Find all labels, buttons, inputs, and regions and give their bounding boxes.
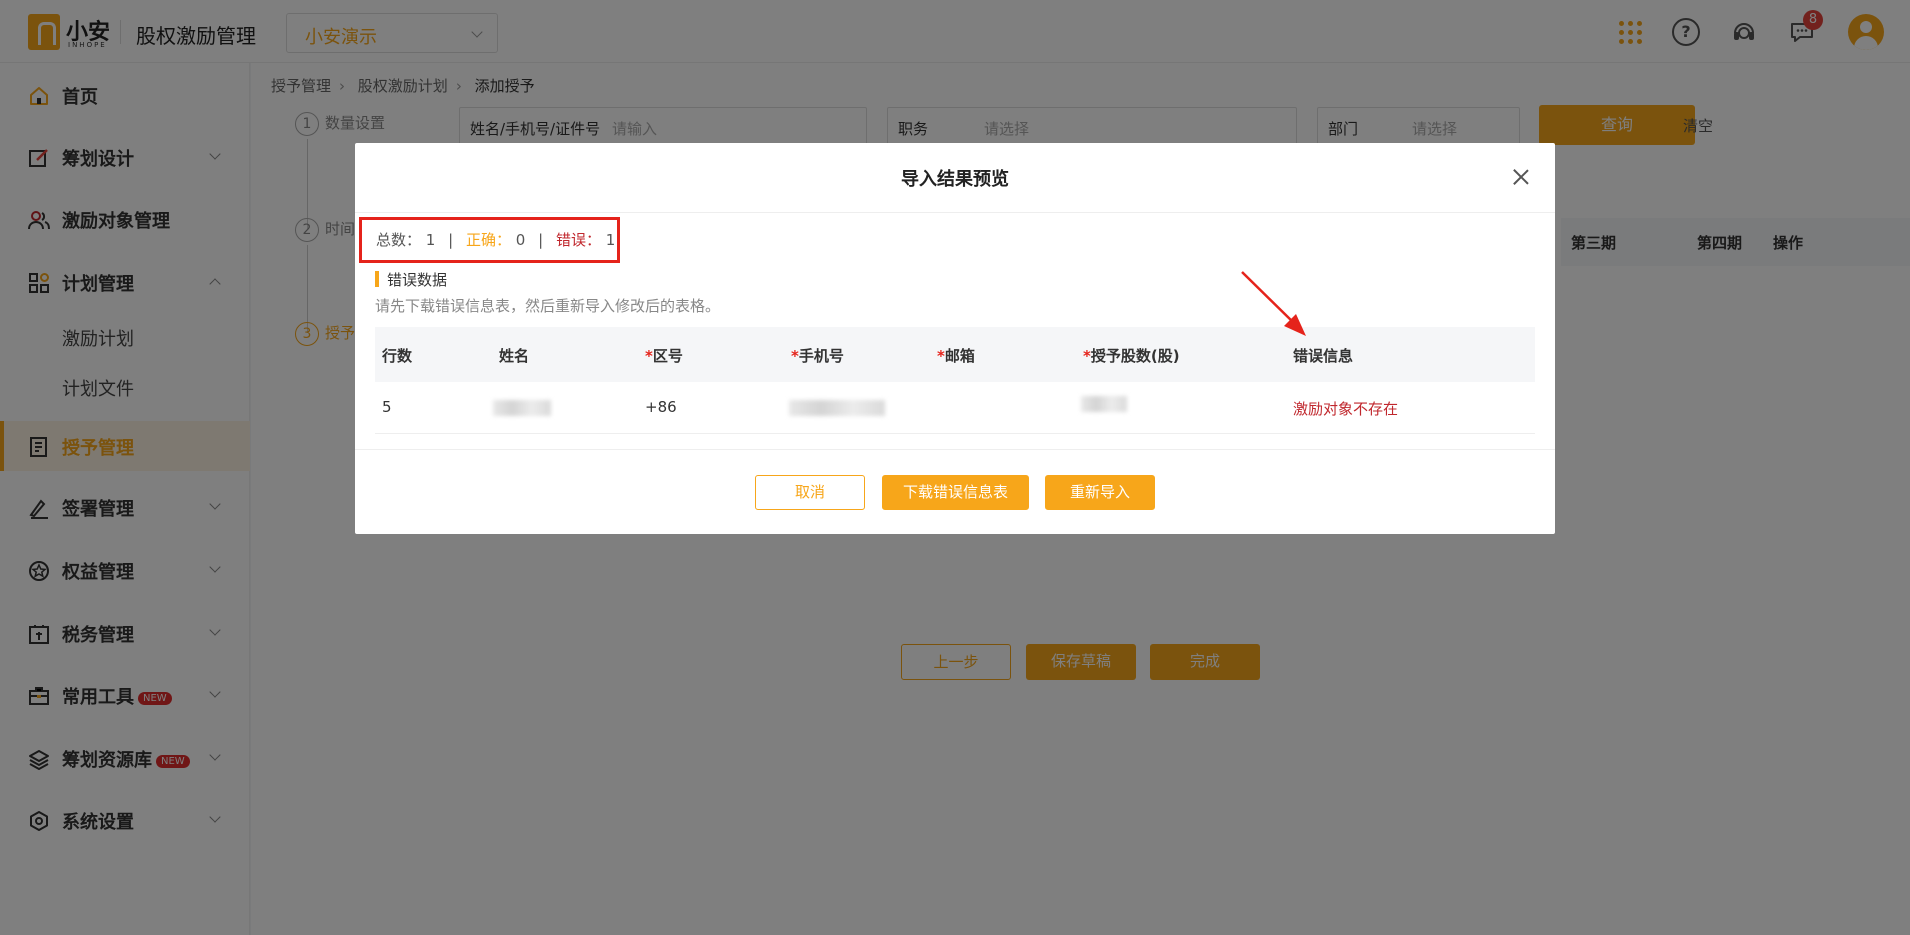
import-summary: 总数： 1 | 正确： 0 | 错误： 1 <box>359 217 620 263</box>
shares-redacted <box>1081 396 1127 412</box>
error-data-table: 行数 姓名 *区号 *手机号 *邮箱 *授予股数(股) 错误信息 5 +86 激… <box>375 327 1535 434</box>
error-label: 错误： <box>555 231 601 249</box>
section-hint: 请先下载错误信息表，然后重新导入修改后的表格。 <box>375 297 721 315</box>
row-number: 5 <box>382 398 392 416</box>
column-header: 行数 <box>382 347 413 365</box>
import-preview-dialog: 导入结果预览 总数： 1 | 正确： 0 | 错误： 1 错误数据 请先下载错误… <box>355 143 1555 534</box>
error-count: 1 <box>605 231 616 249</box>
dialog-header: 导入结果预览 <box>355 143 1555 213</box>
section-title: 错误数据 <box>387 271 448 289</box>
dialog-title: 导入结果预览 <box>901 169 1009 190</box>
correct-label: 正确： <box>465 231 511 249</box>
area-code: +86 <box>645 398 677 416</box>
column-header: *授予股数(股) <box>1083 347 1180 365</box>
reimport-button[interactable]: 重新导入 <box>1045 475 1155 510</box>
column-header: 错误信息 <box>1293 347 1354 365</box>
correct-count: 0 <box>515 231 526 249</box>
column-header: *邮箱 <box>937 347 975 365</box>
error-message: 激励对象不存在 <box>1293 400 1399 418</box>
column-header: *区号 <box>645 347 683 365</box>
phone-redacted <box>789 400 885 416</box>
close-icon[interactable] <box>1511 167 1531 187</box>
table-header-row: 行数 姓名 *区号 *手机号 *邮箱 *授予股数(股) 错误信息 <box>375 327 1535 382</box>
table-row: 5 +86 激励对象不存在 <box>375 382 1535 434</box>
section-marker <box>375 271 379 287</box>
cancel-button[interactable]: 取消 <box>755 475 865 510</box>
column-header: 姓名 <box>499 347 530 365</box>
total-label: 总数： <box>376 231 422 249</box>
column-header: *手机号 <box>791 347 844 365</box>
download-error-sheet-button[interactable]: 下载错误信息表 <box>882 475 1029 510</box>
total-count: 1 <box>425 231 436 249</box>
name-redacted <box>493 400 551 416</box>
dialog-footer-divider <box>355 449 1555 450</box>
